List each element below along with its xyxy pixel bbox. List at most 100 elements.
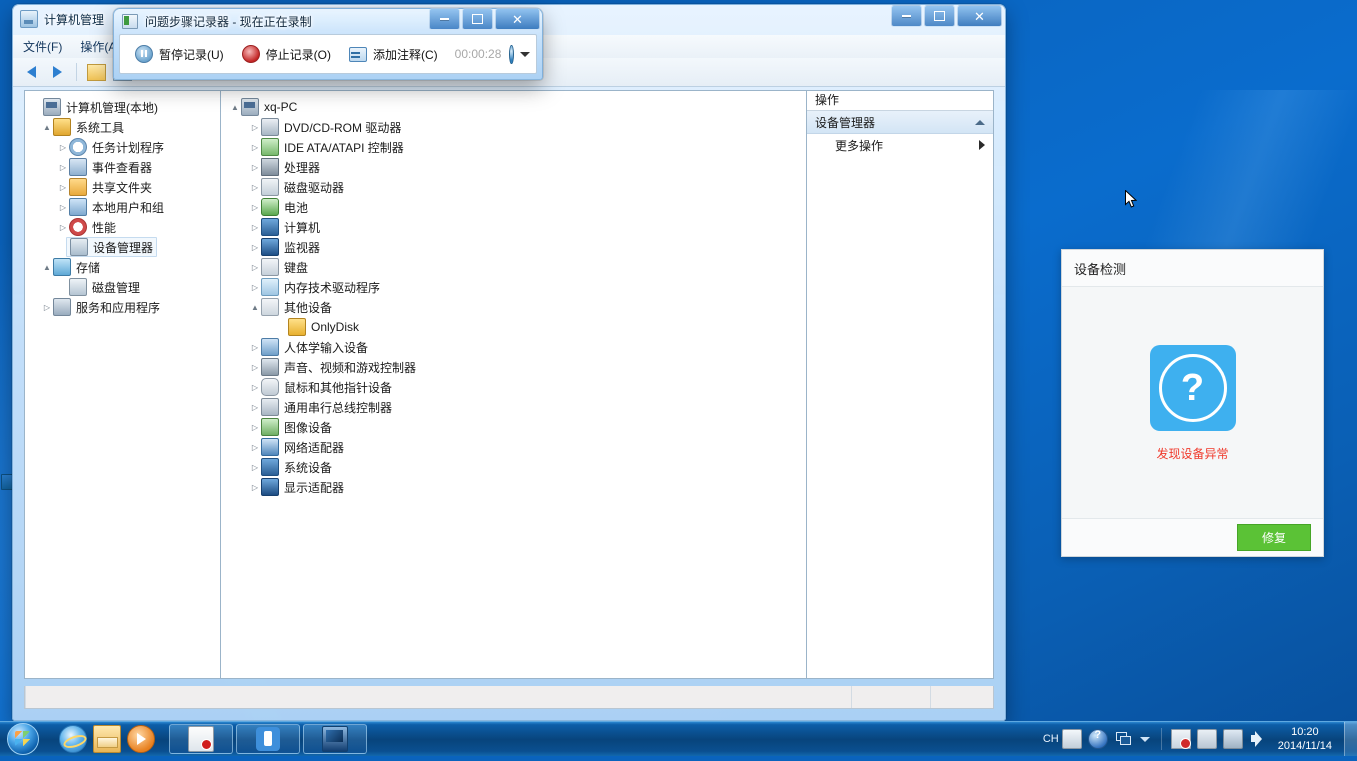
computer-management-window[interactable]: 计算机管理 ✕ 文件(F) 操作(A) 查看(V) 帮助(H) 计算机管理(本地… (12, 4, 1006, 721)
expander[interactable]: ▷ (249, 223, 261, 232)
device-item-onlydisk[interactable]: OnlyDisk (221, 317, 806, 337)
start-button[interactable] (1, 723, 45, 755)
device-item-battery[interactable]: ▷ 电池 (221, 197, 806, 217)
expander[interactable]: ▷ (249, 363, 261, 372)
expander[interactable]: ▷ (249, 403, 261, 412)
show-hidden-icons-caret[interactable] (1140, 737, 1150, 742)
minimize-button[interactable] (891, 5, 922, 27)
expander[interactable]: ▷ (249, 463, 261, 472)
sidebar-item-performance[interactable]: ▷ 性能 (25, 217, 220, 237)
device-item-other-devices[interactable]: ▲ 其他设备 (221, 297, 806, 317)
fix-button[interactable]: 修复 (1237, 524, 1311, 551)
device-item-display-adapters[interactable]: ▷ 显示适配器 (221, 477, 806, 497)
expander[interactable]: ▷ (249, 243, 261, 252)
window-controls[interactable]: ✕ (891, 5, 1002, 27)
device-item-computer[interactable]: ▷ 计算机 (221, 217, 806, 237)
sidebar-item-services-applications[interactable]: ▷ 服务和应用程序 (25, 297, 220, 317)
network-icon[interactable] (1197, 729, 1217, 749)
expander[interactable]: ▷ (249, 163, 261, 172)
expander[interactable]: ▷ (249, 383, 261, 392)
psr-window-controls[interactable]: ✕ (429, 8, 540, 30)
expander[interactable]: ▷ (249, 123, 261, 132)
psr-window[interactable]: 问题步骤记录器 - 现在正在录制 ✕ 暂停记录(U) 停止记录(O) 添加注释(… (113, 8, 543, 80)
up-level-button[interactable] (86, 62, 106, 82)
expander[interactable]: ▷ (41, 303, 53, 312)
windows-explorer-icon[interactable] (93, 725, 121, 753)
expander[interactable]: ▷ (249, 263, 261, 272)
device-detection-dialog[interactable]: 设备检测 close-icon ? 发现设备异常 修复 (1061, 249, 1324, 557)
taskbar[interactable]: CH 10:20 2014/11/14 (0, 721, 1357, 756)
expander[interactable]: ▲ (41, 123, 53, 132)
expander[interactable]: ▷ (57, 183, 69, 192)
device-tree-root[interactable]: ▲ xq-PC (221, 97, 806, 117)
chevron-down-icon[interactable] (520, 52, 530, 57)
help-icon[interactable] (509, 45, 514, 64)
sidebar-item-system-tools[interactable]: ▲ 系统工具 (25, 117, 220, 137)
expander[interactable]: ▷ (249, 283, 261, 292)
tree-root[interactable]: 计算机管理(本地) (25, 97, 220, 117)
device-item-sound[interactable]: ▷ 声音、视频和游戏控制器 (221, 357, 806, 377)
expander[interactable]: ▲ (249, 303, 261, 312)
action-center-flag-icon[interactable] (1171, 729, 1191, 749)
device-tree[interactable]: ▲ xq-PC ▷ DVD/CD-ROM 驱动器 ▷ IDE ATA/ATAPI… (221, 91, 806, 497)
device-item-hid[interactable]: ▷ 人体学输入设备 (221, 337, 806, 357)
device-item-disk-drives[interactable]: ▷ 磁盘驱动器 (221, 177, 806, 197)
sidebar-item-storage[interactable]: ▲ 存储 (25, 257, 220, 277)
windows-media-player-icon[interactable] (127, 725, 155, 753)
sidebar-item-disk-management[interactable]: 磁盘管理 (25, 277, 220, 297)
sidebar-item-shared-folders[interactable]: ▷ 共享文件夹 (25, 177, 220, 197)
console-tree[interactable]: 计算机管理(本地) ▲ 系统工具 ▷ 任务计划程序 ▷ 事件查看器 (25, 91, 220, 317)
collapse-caret-icon[interactable] (975, 120, 985, 125)
sidebar-item-task-scheduler[interactable]: ▷ 任务计划程序 (25, 137, 220, 157)
expander[interactable]: ▲ (41, 263, 53, 272)
expander[interactable]: ▷ (249, 483, 261, 492)
expander[interactable]: ▷ (249, 423, 261, 432)
device-item-processor[interactable]: ▷ 处理器 (221, 157, 806, 177)
volume-icon[interactable] (1249, 730, 1267, 748)
console-tree-pane[interactable]: 计算机管理(本地) ▲ 系统工具 ▷ 任务计划程序 ▷ 事件查看器 (25, 91, 221, 678)
ime-indicator[interactable]: CH (1043, 733, 1059, 745)
keyboard-icon[interactable] (1062, 729, 1082, 749)
psr-minimize-button[interactable] (429, 8, 460, 30)
show-desktop-button[interactable] (1344, 722, 1357, 756)
psr-taskbutton[interactable] (169, 724, 233, 754)
expander[interactable]: ▷ (249, 443, 261, 452)
computer-management-taskbutton[interactable] (303, 724, 367, 754)
action-more-actions[interactable]: 更多操作 (807, 134, 993, 156)
psr-toolbar[interactable]: 暂停记录(U) 停止记录(O) 添加注释(C) 00:00:28 (119, 34, 537, 74)
internet-explorer-icon[interactable] (59, 725, 87, 753)
maximize-button[interactable] (924, 5, 955, 27)
actions-group-device-manager[interactable]: 设备管理器 (807, 111, 993, 134)
psr-maximize-button[interactable] (462, 8, 493, 30)
clock[interactable]: 10:20 2014/11/14 (1278, 725, 1332, 753)
help-icon[interactable] (1088, 729, 1108, 749)
pause-record-button[interactable]: 暂停记录(U) (126, 41, 233, 67)
close-button[interactable]: ✕ (957, 5, 1002, 27)
expander[interactable]: ▷ (57, 143, 69, 152)
device-manager-pane[interactable]: ▲ xq-PC ▷ DVD/CD-ROM 驱动器 ▷ IDE ATA/ATAPI… (221, 91, 807, 678)
device-item-imaging[interactable]: ▷ 图像设备 (221, 417, 806, 437)
expander[interactable]: ▷ (249, 183, 261, 192)
sidebar-item-event-viewer[interactable]: ▷ 事件查看器 (25, 157, 220, 177)
back-button[interactable] (21, 62, 41, 82)
sidebar-item-device-manager[interactable]: 设备管理器 (25, 237, 220, 257)
expander[interactable]: ▷ (249, 203, 261, 212)
system-tray[interactable]: CH 10:20 2014/11/14 (1043, 722, 1357, 756)
psr-close-button[interactable]: ✕ (495, 8, 540, 30)
expander[interactable]: ▲ (229, 103, 241, 112)
device-item-usb[interactable]: ▷ 通用串行总线控制器 (221, 397, 806, 417)
display-icon[interactable] (1223, 729, 1243, 749)
sidebar-item-local-users-groups[interactable]: ▷ 本地用户和组 (25, 197, 220, 217)
device-item-network[interactable]: ▷ 网络适配器 (221, 437, 806, 457)
expander[interactable]: ▷ (249, 343, 261, 352)
add-comment-button[interactable]: 添加注释(C) (340, 41, 447, 67)
usb-tool-taskbutton[interactable] (236, 724, 300, 754)
menu-file[interactable]: 文件(F) (23, 38, 62, 55)
device-item-monitor[interactable]: ▷ 监视器 (221, 237, 806, 257)
device-item-dvd[interactable]: ▷ DVD/CD-ROM 驱动器 (221, 117, 806, 137)
device-item-ide[interactable]: ▷ IDE ATA/ATAPI 控制器 (221, 137, 806, 157)
quick-launch[interactable] (59, 725, 155, 753)
expander[interactable]: ▷ (57, 223, 69, 232)
expander[interactable]: ▷ (57, 203, 69, 212)
device-item-mouse[interactable]: ▷ 鼠标和其他指针设备 (221, 377, 806, 397)
